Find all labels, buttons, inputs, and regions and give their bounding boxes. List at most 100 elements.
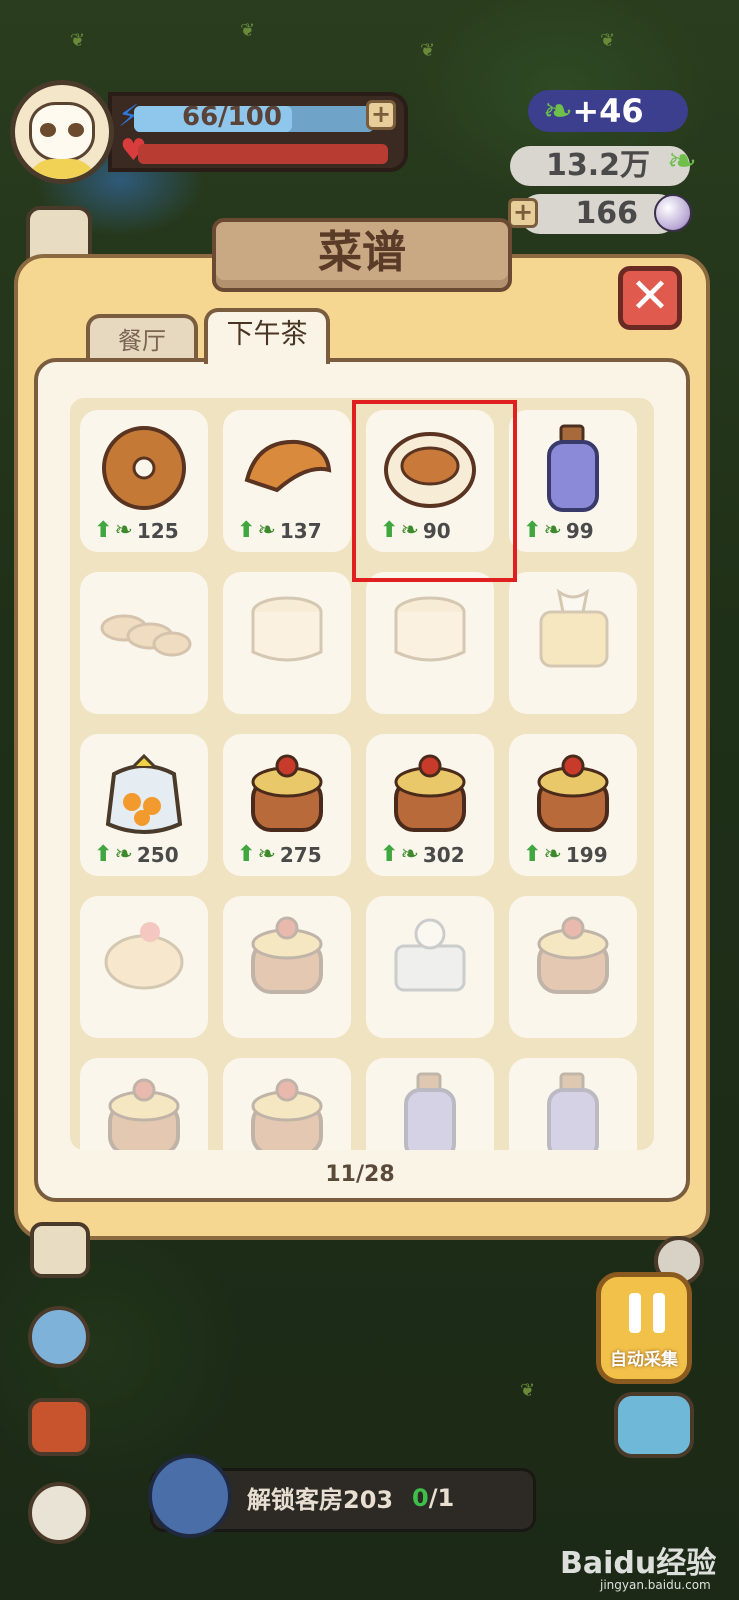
item-stats: ⬆ ❧ 302 bbox=[380, 842, 465, 868]
arrow-up-icon: ⬆ bbox=[94, 842, 113, 867]
recipe-item-pudding[interactable] bbox=[223, 572, 351, 714]
grass-decoration: ❦ bbox=[420, 40, 436, 61]
pudding-icon bbox=[380, 582, 480, 678]
bamboo-icon: ❧ bbox=[257, 842, 276, 867]
tab-restaurant[interactable]: 餐厅 bbox=[86, 314, 198, 364]
grass-decoration: ❦ bbox=[240, 20, 256, 41]
item-value: 275 bbox=[279, 843, 322, 867]
energy-value: 66/100 bbox=[182, 102, 282, 132]
bamboo-icon: ❧ bbox=[400, 842, 419, 867]
baguettes-icon bbox=[94, 582, 194, 678]
cake-icon bbox=[523, 744, 623, 840]
quest-label: 解锁客房203 bbox=[247, 1486, 394, 1514]
recipe-item-berry-juice[interactable] bbox=[509, 1058, 637, 1150]
item-stats: ⬆ ❧ 199 bbox=[523, 842, 608, 868]
recipe-item-strawberry-roll[interactable] bbox=[80, 896, 208, 1038]
magnifier-icon[interactable] bbox=[28, 1306, 90, 1368]
pause-icon bbox=[629, 1293, 665, 1333]
auto-collect-label: 自动采集 bbox=[610, 1350, 678, 1370]
recipe-item-mango-cake[interactable] bbox=[223, 896, 351, 1038]
recipe-item-cookie-bag[interactable]: ⬆ ❧ 250 bbox=[80, 734, 208, 876]
bamboo-icon: ❧ bbox=[543, 842, 562, 867]
recipe-item-donut[interactable]: ⬆ ❧ 125 bbox=[80, 410, 208, 552]
recipe-item-orange-cake[interactable]: ⬆ ❧ 275 bbox=[223, 734, 351, 876]
grass-decoration: ❦ bbox=[70, 30, 86, 51]
cake-icon bbox=[237, 906, 337, 1002]
grass-decoration: ❦ bbox=[520, 1380, 536, 1401]
bamboo-icon: ❧ bbox=[666, 141, 698, 182]
avatar[interactable] bbox=[10, 80, 114, 184]
recipe-item-chocolate-cake[interactable]: ⬆ ❧ 302 bbox=[366, 734, 494, 876]
health-bar bbox=[138, 144, 388, 164]
recipe-item-baguettes[interactable] bbox=[80, 572, 208, 714]
croissant-icon bbox=[237, 420, 337, 516]
arrow-up-icon: ⬆ bbox=[237, 518, 256, 543]
panda-face-icon bbox=[29, 102, 95, 162]
panel-title: 菜谱 bbox=[212, 218, 512, 292]
add-pearls-button[interactable]: + bbox=[508, 198, 538, 228]
arrow-up-icon: ⬆ bbox=[380, 842, 399, 867]
bottle-icon bbox=[523, 1068, 623, 1150]
item-stats: ⬆ ❧ 125 bbox=[94, 518, 179, 544]
arrow-up-icon: ⬆ bbox=[237, 842, 256, 867]
recipe-item-blueberry-mousse[interactable] bbox=[366, 896, 494, 1038]
item-value: 137 bbox=[279, 519, 322, 543]
bamboo-icon: ❧ bbox=[257, 518, 276, 543]
add-energy-button[interactable]: + bbox=[366, 100, 396, 130]
recipe-item-lemon-juice[interactable] bbox=[366, 1058, 494, 1150]
bamboo-icon: ❧ bbox=[542, 91, 574, 132]
clipboard-icon bbox=[148, 1454, 232, 1538]
auto-collect-button[interactable]: 自动采集 bbox=[596, 1272, 692, 1384]
cake-icon bbox=[237, 1068, 337, 1150]
bamboo-icon: ❧ bbox=[543, 518, 562, 543]
item-stats: ⬆ ❧ 137 bbox=[237, 518, 322, 544]
recipe-item-blueberry-pudding[interactable] bbox=[366, 572, 494, 714]
recipe-item-lemon-cake[interactable] bbox=[509, 896, 637, 1038]
item-value: 125 bbox=[136, 519, 179, 543]
cake-icon bbox=[237, 744, 337, 840]
arrow-up-icon: ⬆ bbox=[523, 518, 542, 543]
page-indicator: 11/28 bbox=[325, 1162, 395, 1187]
quest-progress-total: /1 bbox=[428, 1484, 455, 1512]
donut-icon bbox=[94, 420, 194, 516]
item-stats: ⬆ ❧ 250 bbox=[94, 842, 179, 868]
loaf-icon bbox=[523, 582, 623, 678]
item-value: 250 bbox=[136, 843, 179, 867]
recipe-item-juice-bottle[interactable]: ⬆ ❧ 99 bbox=[509, 410, 637, 552]
status-bars: ⚡ 66/100 ♥ bbox=[108, 92, 408, 172]
highlight-box bbox=[352, 400, 517, 582]
cake-icon bbox=[94, 1068, 194, 1150]
recipe-item-red-velvet-cake[interactable]: ⬆ ❧ 199 bbox=[509, 734, 637, 876]
recipe-item-choco-cream-cake[interactable] bbox=[80, 1058, 208, 1150]
item-value: 199 bbox=[565, 843, 608, 867]
recipe-item-bread-loaf[interactable] bbox=[509, 572, 637, 714]
backpack-icon[interactable] bbox=[28, 1398, 90, 1456]
item-value: 302 bbox=[422, 843, 465, 867]
recipe-item-berry-cake[interactable] bbox=[223, 1058, 351, 1150]
bamboo-icon: ❧ bbox=[114, 518, 133, 543]
cake-icon bbox=[523, 906, 623, 1002]
roll-icon bbox=[94, 906, 194, 1002]
quest-progress-current: 0 bbox=[412, 1484, 429, 1512]
item-value: 99 bbox=[565, 519, 594, 543]
heart-bag-icon[interactable] bbox=[30, 1222, 90, 1278]
quest-progress: 0/1 bbox=[412, 1484, 454, 1512]
cake-icon bbox=[380, 744, 480, 840]
pudding-icon bbox=[237, 582, 337, 678]
watermark: Baidu经验 jingyan.baidu.com bbox=[560, 1546, 717, 1592]
bottle-icon bbox=[380, 1068, 480, 1150]
bottle-icon bbox=[523, 420, 623, 516]
item-stats: ⬆ ❧ 99 bbox=[523, 518, 594, 544]
item-stats: ⬆ ❧ 275 bbox=[237, 842, 322, 868]
close-button[interactable]: ✕ bbox=[618, 266, 682, 330]
recipe-item-croissant[interactable]: ⬆ ❧ 137 bbox=[223, 410, 351, 552]
whistle-icon[interactable] bbox=[614, 1392, 694, 1458]
grass-decoration: ❦ bbox=[600, 30, 616, 51]
tab-afternoon-tea[interactable]: 下午茶 bbox=[204, 308, 330, 364]
cookie-bag-icon bbox=[94, 744, 194, 840]
paw-icon[interactable] bbox=[28, 1482, 90, 1544]
pearl-icon bbox=[654, 194, 692, 232]
arrow-up-icon: ⬆ bbox=[94, 518, 113, 543]
arrow-up-icon: ⬆ bbox=[523, 842, 542, 867]
bamboo-icon: ❧ bbox=[114, 842, 133, 867]
